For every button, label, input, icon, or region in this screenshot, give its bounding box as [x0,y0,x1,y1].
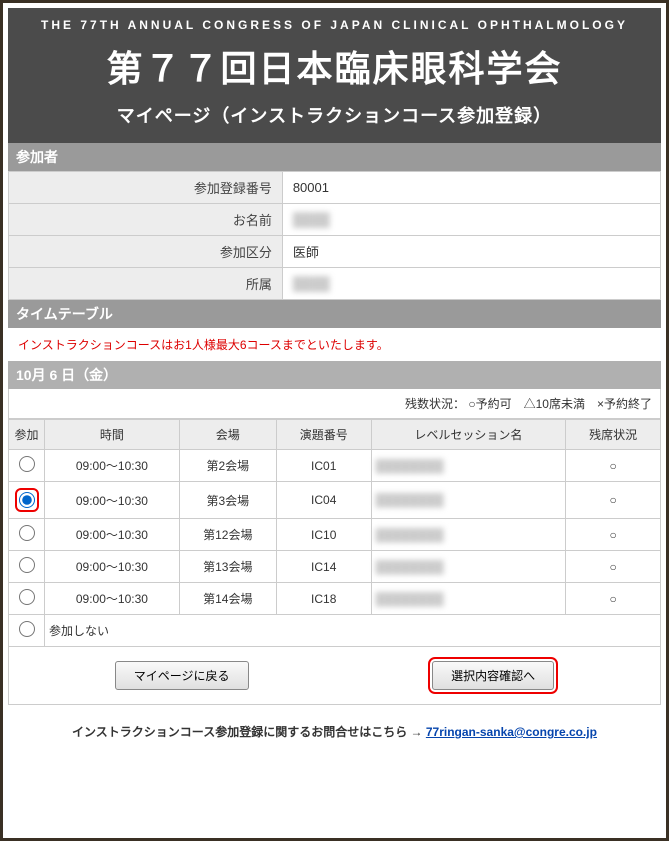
section-participant-title: 参加者 [8,143,661,171]
seat-cell: ○ [566,450,661,482]
table-row: 09:00～10:30第13会場IC14████████○ [9,551,661,583]
section-timetable-title: タイムテーブル [8,300,661,328]
time-cell: 09:00～10:30 [45,519,180,551]
table-row: 09:00～10:30第2会場IC01████████○ [9,450,661,482]
seat-cell: ○ [566,551,661,583]
row-radio[interactable] [19,456,35,472]
time-cell: 09:00～10:30 [45,551,180,583]
time-cell: 09:00～10:30 [45,482,180,519]
radio-cell[interactable] [9,482,45,519]
none-radio[interactable] [19,621,35,637]
session-cell: ████████ [371,551,566,583]
date-title: 10月 6 日（金） [8,361,661,389]
code-cell: IC14 [276,551,371,583]
table-row: 09:00～10:30第3会場IC04████████○ [9,482,661,519]
profile-table: 参加登録番号 80001 お名前 ████ 参加区分 医師 所属 ████ [8,171,661,300]
table-row: 09:00～10:30第14会場IC18████████○ [9,583,661,615]
code-cell: IC01 [276,450,371,482]
row-radio[interactable] [19,589,35,605]
footer: インストラクションコース参加登録に関するお問合せはこちら → 77ringan-… [8,705,661,750]
room-cell: 第13会場 [179,551,276,583]
col-seat: 残席状況 [566,420,661,450]
session-cell: ████████ [371,583,566,615]
col-code: 演題番号 [276,420,371,450]
button-row: マイページに戻る 選択内容確認へ [8,647,661,705]
time-cell: 09:00～10:30 [45,583,180,615]
room-cell: 第2会場 [179,450,276,482]
seat-cell: ○ [566,482,661,519]
reg-no-value: 80001 [282,172,660,204]
none-radio-cell[interactable] [9,615,45,647]
col-time: 時間 [45,420,180,450]
contact-email-link[interactable]: 77ringan-sanka@congre.co.jp [426,725,597,739]
radio-cell[interactable] [9,450,45,482]
session-cell: ████████ [371,519,566,551]
row-radio[interactable] [19,492,35,508]
code-cell: IC04 [276,482,371,519]
table-row: 09:00～10:30第12会場IC10████████○ [9,519,661,551]
radio-cell[interactable] [9,519,45,551]
category-value: 医師 [282,236,660,268]
row-radio[interactable] [19,525,35,541]
congress-english-title: THE 77TH ANNUAL CONGRESS OF JAPAN CLINIC… [8,18,661,32]
code-cell: IC18 [276,583,371,615]
timetable: 参加 時間 会場 演題番号 レベルセッション名 残席状況 09:00～10:30… [8,419,661,647]
page-container: THE 77TH ANNUAL CONGRESS OF JAPAN CLINIC… [0,0,669,841]
room-cell: 第3会場 [179,482,276,519]
name-value: ████ [282,204,660,236]
footer-text: インストラクションコース参加登録に関するお問合せはこちら → [72,725,426,739]
reg-no-label: 参加登録番号 [9,172,283,204]
confirm-button[interactable]: 選択内容確認へ [432,661,554,690]
seat-cell: ○ [566,519,661,551]
radio-cell[interactable] [9,551,45,583]
row-radio[interactable] [19,557,35,573]
name-label: お名前 [9,204,283,236]
code-cell: IC10 [276,519,371,551]
room-cell: 第14会場 [179,583,276,615]
category-label: 参加区分 [9,236,283,268]
affiliation-label: 所属 [9,268,283,300]
seat-cell: ○ [566,583,661,615]
radio-cell[interactable] [9,583,45,615]
col-room: 会場 [179,420,276,450]
session-cell: ████████ [371,450,566,482]
col-attend: 参加 [9,420,45,450]
room-cell: 第12会場 [179,519,276,551]
affiliation-value: ████ [282,268,660,300]
back-button[interactable]: マイページに戻る [115,661,249,690]
page-header: THE 77TH ANNUAL CONGRESS OF JAPAN CLINIC… [8,8,661,143]
col-session: レベルセッション名 [371,420,566,450]
notice-text: インストラクションコースはお1人様最大6コースまでといたします。 [8,328,661,361]
time-cell: 09:00～10:30 [45,450,180,482]
none-label: 参加しない [45,615,661,647]
seat-legend: 残数状況： ○予約可 △10席未満 ×予約終了 [8,389,661,419]
congress-title: 第７７回日本臨床眼科学会 [8,40,661,92]
session-cell: ████████ [371,482,566,519]
page-subtitle: マイページ（インストラクションコース参加登録） [8,102,661,128]
